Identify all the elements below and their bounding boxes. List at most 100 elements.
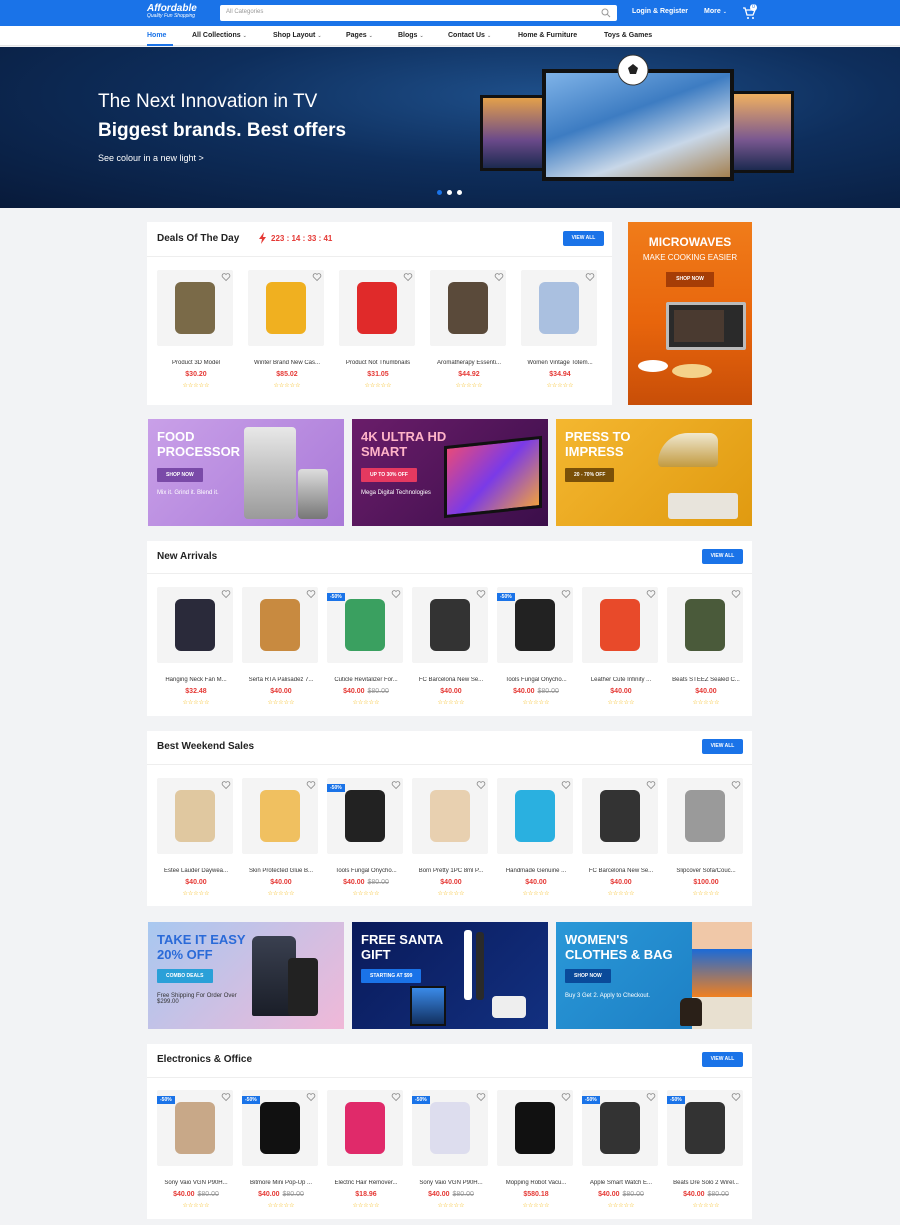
nav-item-contact-us[interactable]: Contact Us ⌄: [448, 32, 491, 39]
product-card[interactable]: Beats STEEZ Sealed C... $40.00 ☆☆☆☆☆: [667, 587, 747, 715]
press-to-impress-offer-button[interactable]: 20 - 70% OFF: [565, 468, 615, 482]
product-card[interactable]: -50% Tools Fungal Onycho... $40.00 $80.00 ☆☆…: [497, 587, 577, 715]
product-name[interactable]: Bitmore Mini Pop-Up ...: [242, 1180, 320, 1186]
product-name[interactable]: Handmade Genuine ...: [497, 868, 575, 874]
4k-tv-offer-button[interactable]: UP TO 30% OFF: [361, 468, 417, 482]
slider-dot-2[interactable]: [447, 190, 452, 195]
wishlist-heart-icon[interactable]: [476, 589, 486, 599]
product-card[interactable]: Product Not Thumbnails $31.05 ☆☆☆☆☆: [339, 270, 419, 398]
product-name[interactable]: FC Barcelona New Se...: [412, 677, 490, 683]
press-to-impress-banner[interactable]: PRESS TO IMPRESS 20 - 70% OFF: [556, 419, 752, 526]
food-processor-banner[interactable]: FOOD PROCESSOR SHOP NOW Mix it. Grind it…: [148, 419, 344, 526]
product-name[interactable]: Estee Lauder Daywea...: [157, 868, 235, 874]
nav-item-toys-games[interactable]: Toys & Games: [604, 32, 652, 39]
wishlist-heart-icon[interactable]: [731, 589, 741, 599]
hero-slider[interactable]: The Next Innovation in TV Biggest brands…: [0, 47, 900, 208]
brand-logo[interactable]: Affordable Quality Fun Shopping: [147, 3, 197, 19]
product-name[interactable]: Beats STEEZ Sealed C...: [667, 677, 745, 683]
login-register-link[interactable]: Login & Register: [632, 8, 688, 15]
slider-dot-3[interactable]: [457, 190, 462, 195]
wishlist-heart-icon[interactable]: [585, 272, 595, 282]
wishlist-heart-icon[interactable]: [221, 272, 231, 282]
product-name[interactable]: Sony Vaio VGN P90H...: [412, 1180, 490, 1186]
nav-item-home[interactable]: Home: [147, 32, 166, 39]
womens-shop-now-button[interactable]: SHOP NOW: [565, 969, 611, 983]
wishlist-heart-icon[interactable]: [561, 780, 571, 790]
wishlist-heart-icon[interactable]: [312, 272, 322, 282]
product-name[interactable]: Winter Brand New Cas...: [248, 360, 326, 366]
combo-deals-button[interactable]: COMBO DEALS: [157, 969, 213, 983]
product-name[interactable]: Tools Fungal Onycho...: [327, 868, 405, 874]
wishlist-heart-icon[interactable]: [306, 780, 316, 790]
product-name[interactable]: Skin Protected Glue B...: [242, 868, 320, 874]
search-input[interactable]: All Categories: [220, 5, 617, 21]
search-icon[interactable]: [601, 8, 611, 18]
wishlist-heart-icon[interactable]: [731, 780, 741, 790]
product-name[interactable]: Tools Fungal Onycho...: [497, 677, 575, 683]
santa-gift-banner[interactable]: FREE SANTA GIFT STARTING AT $99: [352, 922, 548, 1029]
nav-item-shop-layout[interactable]: Shop Layout ⌄: [273, 32, 322, 39]
product-card[interactable]: Skin Protected Glue B... $40.00 ☆☆☆☆☆: [242, 778, 322, 906]
product-name[interactable]: Slipcover Sofa/Couc...: [667, 868, 745, 874]
nav-item-all-collections[interactable]: All Collections ⌄: [192, 32, 247, 39]
food-processor-shop-button[interactable]: SHOP NOW: [157, 468, 203, 482]
product-card[interactable]: -50% Sony Vaio VGN P90H... $40.00 $80.00 ☆☆☆…: [157, 1090, 237, 1218]
wishlist-heart-icon[interactable]: [306, 589, 316, 599]
weekend-sales-view-all-button[interactable]: VIEW ALL: [702, 739, 743, 754]
hero-link[interactable]: See colour in a new light >: [98, 153, 204, 163]
product-card[interactable]: -50% Cuticle Revitalizer For... $40.00 $80.…: [327, 587, 407, 715]
product-card[interactable]: Winter Brand New Cas... $85.02 ☆☆☆☆☆: [248, 270, 328, 398]
product-card[interactable]: -50% Sony Vaio VGN P90H... $40.00 $80.00 ☆☆☆…: [412, 1090, 492, 1218]
nav-item-home-furniture[interactable]: Home & Furniture: [518, 32, 577, 39]
wishlist-heart-icon[interactable]: [561, 1092, 571, 1102]
product-name[interactable]: Sony Vaio VGN P90H...: [157, 1180, 235, 1186]
product-card[interactable]: Electric Hair Remover... $18.96 ☆☆☆☆☆: [327, 1090, 407, 1218]
product-card[interactable]: Women Vintage Totem... $34.94 ☆☆☆☆☆: [521, 270, 601, 398]
microwaves-shop-button[interactable]: SHOP NOW: [666, 272, 714, 287]
wishlist-heart-icon[interactable]: [221, 1092, 231, 1102]
product-name[interactable]: Electric Hair Remover...: [327, 1180, 405, 1186]
product-card[interactable]: -50% Bitmore Mini Pop-Up ... $40.00 $80.00 ☆…: [242, 1090, 322, 1218]
product-card[interactable]: -50% Apple Smart Watch E... $40.00 $80.00 ☆☆…: [582, 1090, 662, 1218]
wishlist-heart-icon[interactable]: [403, 272, 413, 282]
wishlist-heart-icon[interactable]: [561, 589, 571, 599]
product-card[interactable]: -50% Beats Dre Solo 2 Wirel... $40.00 $80.0…: [667, 1090, 747, 1218]
wishlist-heart-icon[interactable]: [494, 272, 504, 282]
starting-at-button[interactable]: STARTING AT $99: [361, 969, 422, 983]
more-menu[interactable]: More ⌄: [704, 8, 727, 15]
deals-view-all-button[interactable]: VIEW ALL: [563, 231, 604, 246]
wishlist-heart-icon[interactable]: [476, 1092, 486, 1102]
nav-item-pages[interactable]: Pages ⌄: [346, 32, 373, 39]
product-name[interactable]: Beats Dre Solo 2 Wirel...: [667, 1180, 745, 1186]
wishlist-heart-icon[interactable]: [646, 589, 656, 599]
product-card[interactable]: Estee Lauder Daywea... $40.00 ☆☆☆☆☆: [157, 778, 237, 906]
product-name[interactable]: Apple Smart Watch E...: [582, 1180, 660, 1186]
product-card[interactable]: Product 3D Model $30.20 ☆☆☆☆☆: [157, 270, 237, 398]
product-card[interactable]: Handmade Genuine ... $40.00 ☆☆☆☆☆: [497, 778, 577, 906]
product-name[interactable]: Product 3D Model: [157, 360, 235, 366]
4k-tv-banner[interactable]: 4K ULTRA HD SMART UP TO 30% OFF Mega Dig…: [352, 419, 548, 526]
product-name[interactable]: Serta RTA Palisadez 7...: [242, 677, 320, 683]
product-name[interactable]: Hanging Neck Fan M...: [157, 677, 235, 683]
wishlist-heart-icon[interactable]: [646, 780, 656, 790]
microwaves-banner[interactable]: MICROWAVES MAKE COOKING EASIER SHOP NOW: [628, 222, 752, 405]
product-card[interactable]: Hanging Neck Fan M... $32.48 ☆☆☆☆☆: [157, 587, 237, 715]
take-it-easy-banner[interactable]: TAKE IT EASY 20% OFF COMBO DEALS Free Sh…: [148, 922, 344, 1029]
wishlist-heart-icon[interactable]: [391, 1092, 401, 1102]
nav-item-blogs[interactable]: Blogs ⌄: [398, 32, 424, 39]
product-name[interactable]: FC Barcelona New Se...: [582, 868, 660, 874]
product-name[interactable]: Women Vintage Totem...: [521, 360, 599, 366]
product-card[interactable]: Aromatherapy Essenti... $44.92 ☆☆☆☆☆: [430, 270, 510, 398]
product-name[interactable]: Cuticle Revitalizer For...: [327, 677, 405, 683]
product-card[interactable]: -50% Tools Fungal Onycho... $40.00 $80.00 ☆☆…: [327, 778, 407, 906]
product-card[interactable]: Serta RTA Palisadez 7... $40.00 ☆☆☆☆☆: [242, 587, 322, 715]
wishlist-heart-icon[interactable]: [391, 589, 401, 599]
womens-clothes-banner[interactable]: WOMEN'S CLOTHES & BAG SHOP NOW Buy 3 Get…: [556, 922, 752, 1029]
new-arrivals-view-all-button[interactable]: VIEW ALL: [702, 549, 743, 564]
electronics-view-all-button[interactable]: VIEW ALL: [702, 1052, 743, 1067]
product-card[interactable]: FC Barcelona New Se... $40.00 ☆☆☆☆☆: [582, 778, 662, 906]
product-name[interactable]: Product Not Thumbnails: [339, 360, 417, 366]
product-card[interactable]: Born Pretty 1PC 8ml P... $40.00 ☆☆☆☆☆: [412, 778, 492, 906]
product-name[interactable]: Leather Cute Infinity ...: [582, 677, 660, 683]
wishlist-heart-icon[interactable]: [476, 780, 486, 790]
